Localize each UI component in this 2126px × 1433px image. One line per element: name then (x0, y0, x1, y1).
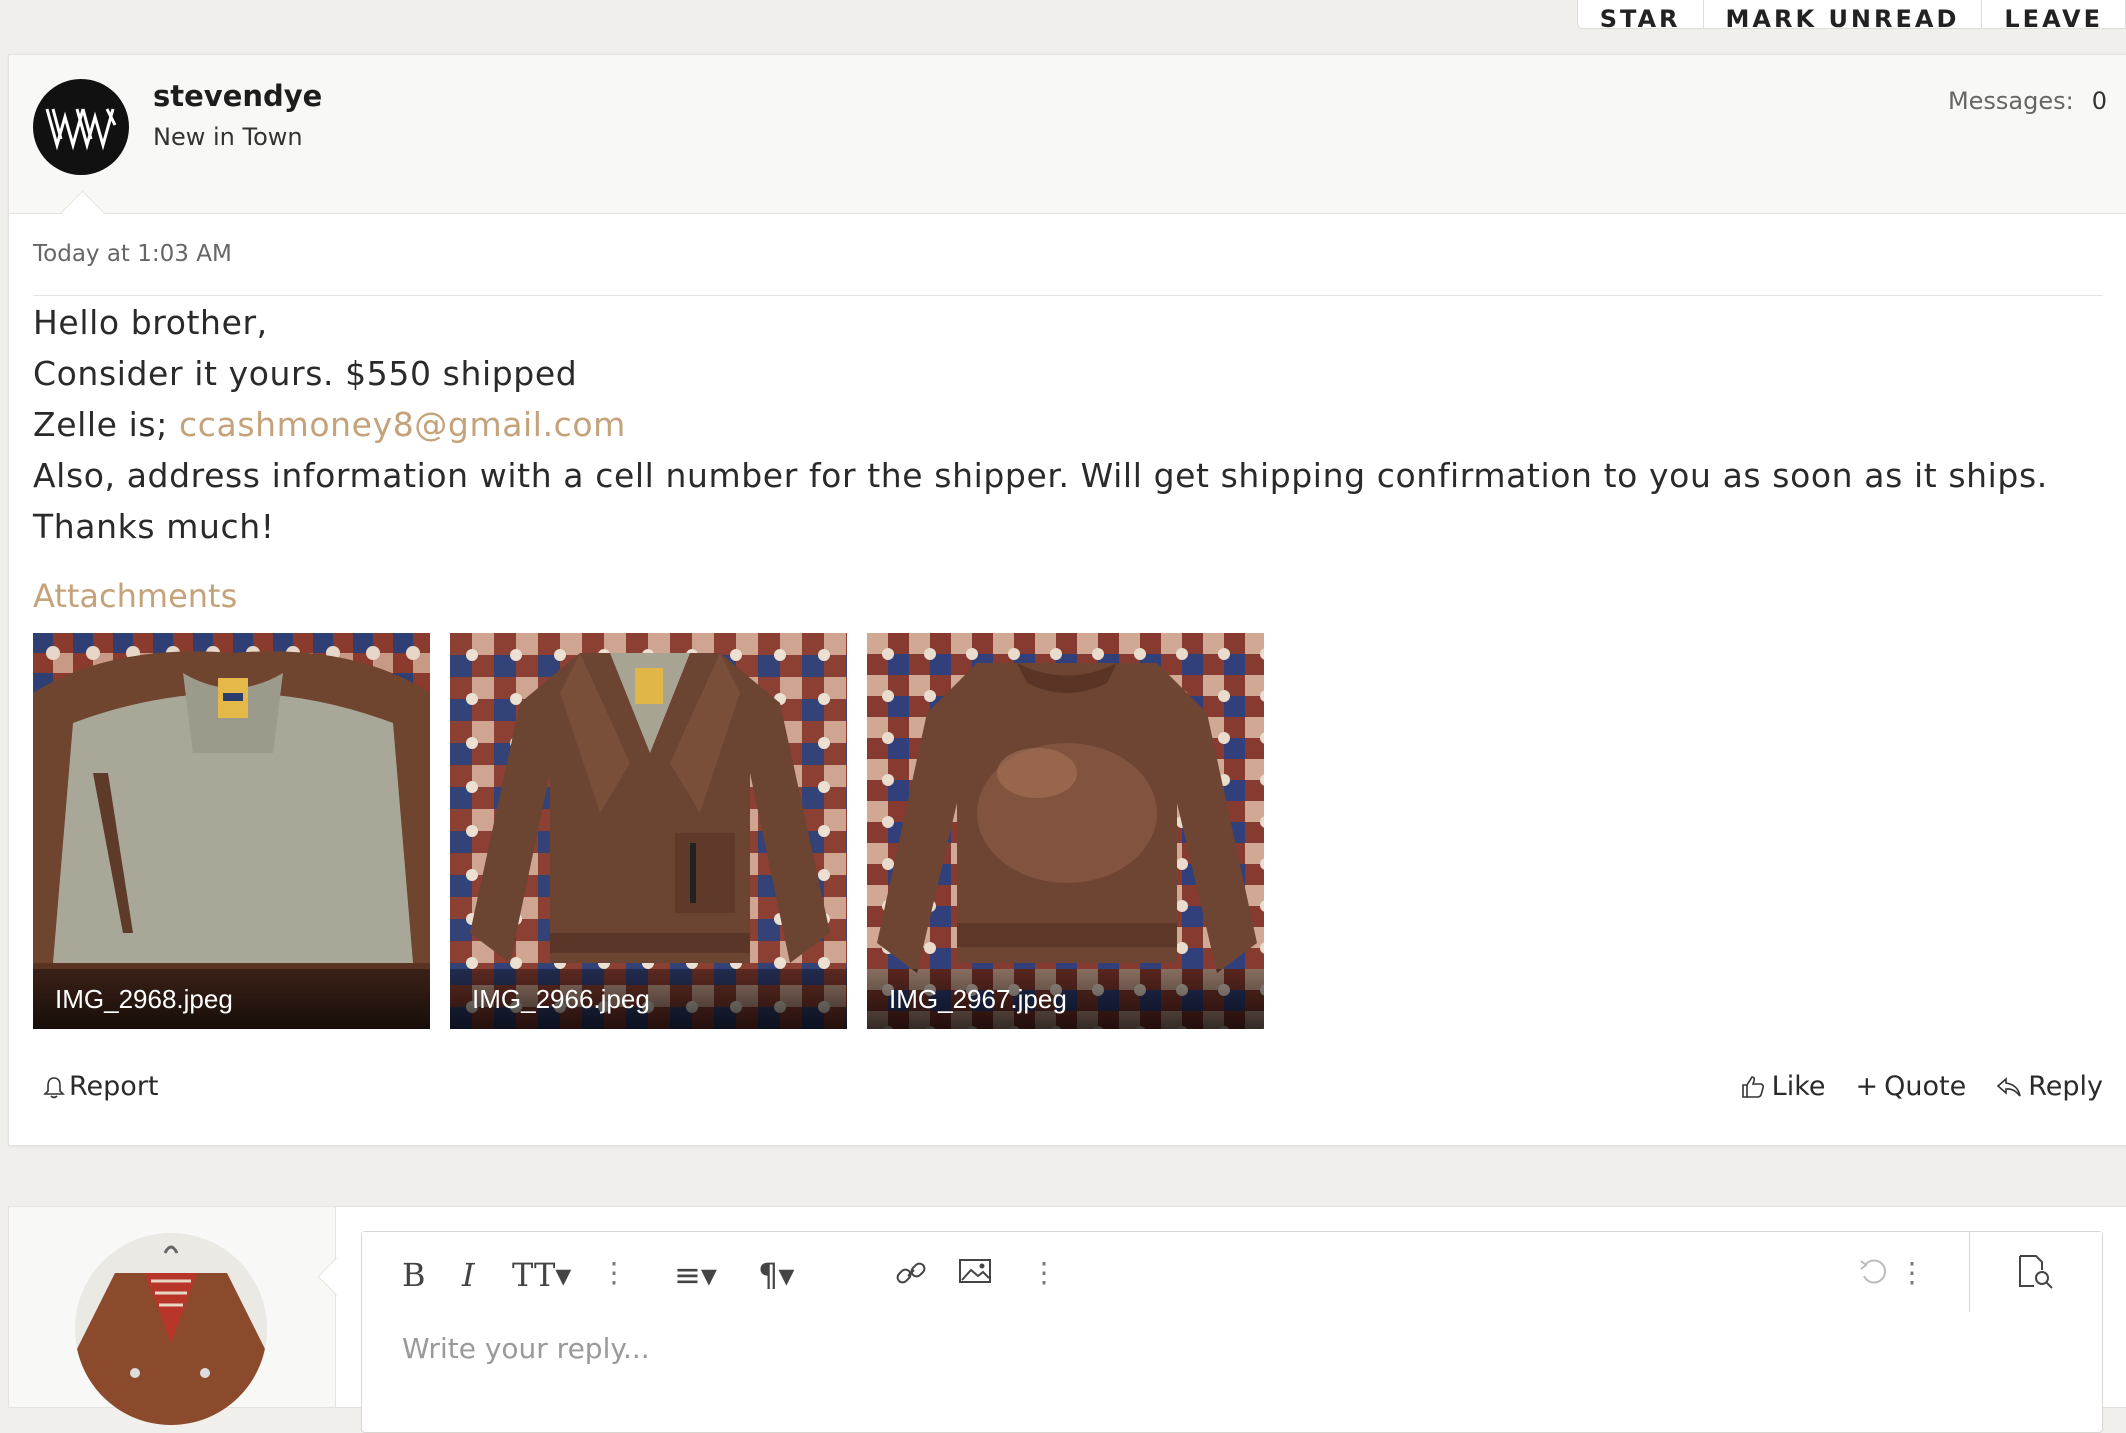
message-line: Zelle is; ccashmoney8@gmail.com (33, 399, 2087, 450)
report-label: Report (69, 1071, 159, 1102)
thumbs-up-icon (1741, 1075, 1764, 1098)
attachment-filename: IMG_2968.jpeg (33, 969, 430, 1029)
messages-label: Messages: (1947, 87, 2074, 115)
jacket-avatar-image (75, 1233, 267, 1425)
reply-label: Reply (2028, 1071, 2103, 1102)
divider (33, 295, 2103, 296)
email-link[interactable]: ccashmoney8@gmail.com (179, 405, 626, 444)
attachment-filename: IMG_2967.jpeg (867, 969, 1264, 1029)
author-username[interactable]: stevendye (153, 79, 322, 113)
quote-button[interactable]: + Quote (1856, 1071, 1967, 1102)
quote-label: Quote (1884, 1071, 1967, 1102)
attachment-thumbnail[interactable]: IMG_2966.jpeg (450, 633, 847, 1029)
editor-toolbar: B I TT▾ ⋮ ≡▾ ¶▾ ⋮ ⋮ (362, 1232, 2102, 1312)
reply-arrow-icon (1997, 1076, 2022, 1096)
attachments-list: IMG_2968.jpeg IMG_2966.jpeg IMG_2967.jpe… (33, 633, 1264, 1029)
attachment-thumbnail[interactable]: IMG_2968.jpeg (33, 633, 430, 1029)
message-footer: Report Like + Quote Reply (33, 1071, 2103, 1111)
text-size-icon[interactable]: TT▾ (512, 1256, 571, 1294)
bell-icon (43, 1076, 65, 1098)
attachments-heading: Attachments (33, 577, 238, 615)
message-line: Hello brother, (33, 303, 268, 342)
avatar[interactable] (75, 1233, 267, 1425)
reply-user-panel (9, 1207, 336, 1425)
post-actions: Like + Quote Reply (1740, 1071, 2103, 1102)
like-button[interactable]: Like (1740, 1071, 1826, 1102)
messages-count: Messages: 0 (1948, 87, 2107, 115)
message-body: Hello brother, Consider it yours. $550 s… (33, 297, 2087, 552)
reply-section: B I TT▾ ⋮ ≡▾ ¶▾ ⋮ ⋮ Write your reply... (8, 1206, 2126, 1433)
undo-icon[interactable] (1858, 1256, 1892, 1294)
author-title: New in Town (153, 123, 303, 151)
star-button[interactable]: STAR (1578, 0, 1703, 28)
attachment-thumbnail[interactable]: IMG_2967.jpeg (867, 633, 1264, 1029)
bold-icon[interactable]: B (402, 1256, 426, 1294)
leave-button[interactable]: LEAVE (1981, 0, 2125, 28)
message-card: stevendye New in Town Messages: 0 Today a… (8, 54, 2126, 1146)
message-line: Also, address information with a cell nu… (33, 456, 2048, 546)
message-line: Consider it yours. $550 shipped (33, 354, 578, 393)
ww-logo-icon (45, 108, 117, 151)
paragraph-icon[interactable]: ¶▾ (758, 1256, 794, 1294)
zelle-label: Zelle is; (33, 405, 180, 444)
message-header: stevendye New in Town Messages: 0 (9, 55, 2126, 214)
reply-input[interactable]: Write your reply... (402, 1332, 650, 1365)
plus-icon: + (1855, 1071, 1879, 1102)
preview-button[interactable] (1969, 1232, 2102, 1312)
preview-icon (2019, 1255, 2053, 1289)
image-icon[interactable] (958, 1256, 992, 1294)
mark-unread-button[interactable]: MARK UNREAD (1702, 0, 1982, 28)
align-icon[interactable]: ≡▾ (674, 1256, 717, 1294)
report-button[interactable]: Report (43, 1071, 159, 1102)
attachment-filename: IMG_2966.jpeg (450, 969, 847, 1029)
post-timestamp[interactable]: Today at 1:03 AM (33, 241, 232, 267)
messages-value: 0 (2091, 87, 2107, 115)
avatar[interactable] (33, 79, 129, 175)
reply-button[interactable]: Reply (1996, 1071, 2103, 1102)
link-icon[interactable] (894, 1256, 928, 1298)
more-options-icon[interactable]: ⋮ (1898, 1256, 1926, 1289)
reply-editor[interactable]: B I TT▾ ⋮ ≡▾ ¶▾ ⋮ ⋮ Write your reply... (361, 1231, 2103, 1433)
like-label: Like (1771, 1071, 1826, 1102)
conversation-actions: STAR MARK UNREAD LEAVE (1576, 0, 2126, 29)
more-insert-options-icon[interactable]: ⋮ (1030, 1256, 1058, 1289)
italic-icon[interactable]: I (462, 1256, 475, 1294)
more-text-options-icon[interactable]: ⋮ (600, 1256, 628, 1289)
